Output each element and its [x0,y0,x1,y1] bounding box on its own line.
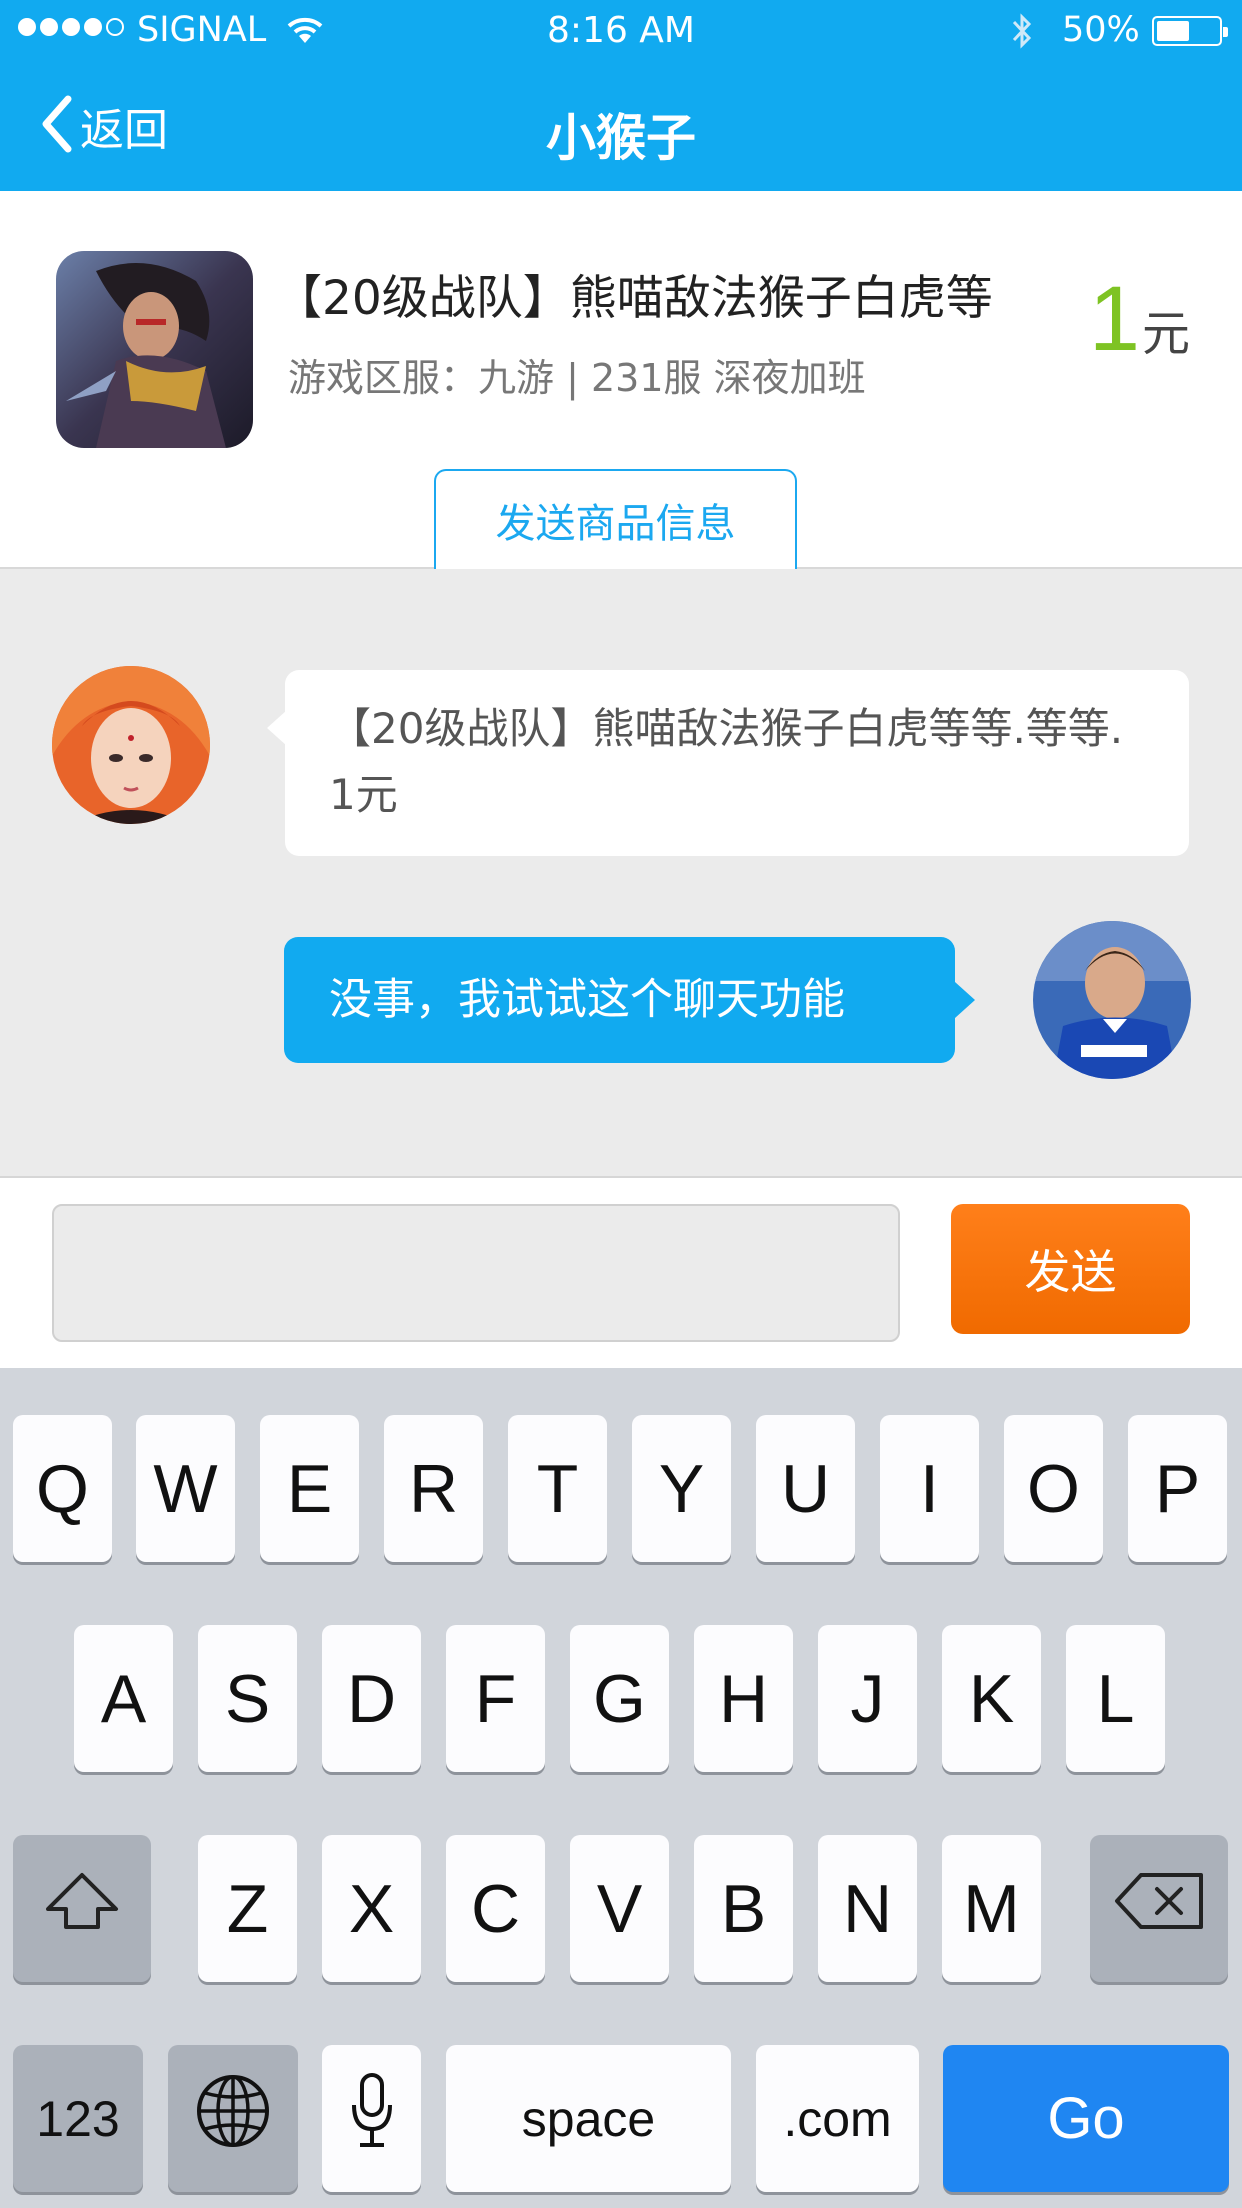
clock: 8:16 AM [547,10,695,51]
key-b[interactable]: B [694,1835,793,1982]
key-u[interactable]: U [756,1415,855,1562]
bluetooth-icon [1010,12,1034,54]
dotcom-key[interactable]: .com [756,2045,919,2192]
shift-key[interactable] [13,1835,151,1982]
top-bar: SIGNAL 8:16 AM 50% 返回 小猴子 [0,0,1242,191]
send-product-info-button[interactable]: 发送商品信息 [434,469,797,569]
key-c[interactable]: C [446,1835,545,1982]
key-a[interactable]: A [74,1625,173,1772]
keyboard: Q W E R T Y U I O P A S D F G H J K L Z … [0,1368,1242,2208]
dictation-key[interactable] [322,2045,421,2192]
key-t[interactable]: T [508,1415,607,1562]
key-d[interactable]: D [322,1625,421,1772]
battery-icon [1152,16,1228,46]
message-bubble-outgoing: 没事，我试试这个聊天功能 [284,937,975,1063]
key-j[interactable]: J [818,1625,917,1772]
key-m[interactable]: M [942,1835,1041,1982]
backspace-key[interactable] [1090,1835,1228,1982]
message-input-bar: 发送 [0,1178,1242,1368]
go-key[interactable]: Go [943,2045,1229,2192]
key-s[interactable]: S [198,1625,297,1772]
space-key[interactable]: space [446,2045,731,2192]
price-unit: 元 [1141,306,1190,362]
key-l[interactable]: L [1066,1625,1165,1772]
battery-percentage: 50% [1062,10,1140,50]
key-n[interactable]: N [818,1835,917,1982]
key-q[interactable]: Q [13,1415,112,1562]
message-input[interactable] [52,1204,900,1342]
key-r[interactable]: R [384,1415,483,1562]
microphone-icon [350,2071,394,2167]
key-x[interactable]: X [322,1835,421,1982]
message-bubble-incoming: 【20级战队】熊喵敌法猴子白虎等等.等等. 1元 [267,670,1189,856]
key-w[interactable]: W [136,1415,235,1562]
numbers-key[interactable]: 123 [13,2045,143,2192]
key-f[interactable]: F [446,1625,545,1772]
key-k[interactable]: K [942,1625,1041,1772]
price-value: 1 [1088,268,1140,370]
key-v[interactable]: V [570,1835,669,1982]
key-z[interactable]: Z [198,1835,297,1982]
status-bar: SIGNAL 8:16 AM 50% [0,0,1242,60]
key-o[interactable]: O [1004,1415,1103,1562]
key-g[interactable]: G [570,1625,669,1772]
product-thumbnail[interactable] [56,251,253,448]
globe-key[interactable] [168,2045,298,2192]
key-p[interactable]: P [1128,1415,1227,1562]
my-avatar[interactable] [1033,921,1191,1079]
backspace-icon [1111,1869,1207,1949]
key-h[interactable]: H [694,1625,793,1772]
page-title: 小猴子 [546,109,696,167]
key-e[interactable]: E [260,1415,359,1562]
product-card: 【20级战队】熊喵敌法猴子白虎等 游戏区服：九游 | 231服 深夜加班 1元 … [0,191,1242,569]
key-i[interactable]: I [880,1415,979,1562]
product-price: 1元 [1089,267,1190,372]
key-y[interactable]: Y [632,1415,731,1562]
send-button[interactable]: 发送 [951,1204,1190,1334]
globe-icon [193,2071,273,2167]
product-server: 游戏区服：九游 | 231服 深夜加班 [288,356,866,400]
seller-avatar[interactable] [52,666,210,824]
product-title: 【20级战队】熊喵敌法猴子白虎等 [275,271,993,326]
shift-arrow-icon [42,1869,122,1949]
chat-area[interactable]: 【20级战队】熊喵敌法猴子白虎等等.等等. 1元 没事，我试试这个聊天功能 [0,569,1242,1178]
